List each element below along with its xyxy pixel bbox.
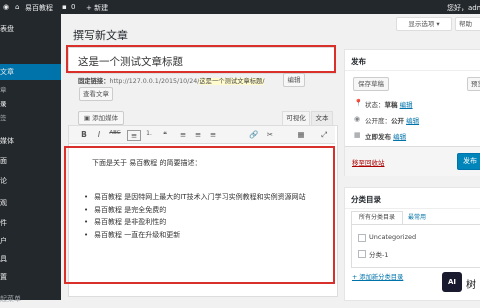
greeting-link[interactable]: 您好，adm bbox=[447, 3, 480, 13]
page-title: 撰写新文章 bbox=[73, 29, 128, 42]
screen-options-label: 显示选项 bbox=[408, 20, 435, 28]
category-box-divider bbox=[345, 208, 480, 209]
link-icon[interactable]: 🔗 bbox=[248, 130, 260, 139]
bold-icon[interactable]: B bbox=[78, 130, 90, 139]
toolbar-toggle-icon[interactable]: ▦ bbox=[295, 130, 307, 139]
sidebar-item-label: 表盘 bbox=[0, 25, 14, 33]
permalink-row: 固定链接：http://127.0.0.1/2015/10/24/这是一个测试文… bbox=[78, 76, 265, 85]
sidebar-item-label: 观 bbox=[0, 199, 7, 207]
numbered-list-icon[interactable]: 1. bbox=[143, 130, 155, 137]
sidebar-item-posts[interactable]: 文章 bbox=[0, 64, 61, 80]
screen-options-button[interactable]: 显示选项 ▾ bbox=[396, 17, 452, 31]
publish-button[interactable]: 发布 bbox=[457, 153, 480, 170]
fullscreen-icon[interactable]: ⤢ bbox=[318, 130, 330, 140]
title-highlight-frame bbox=[66, 45, 336, 73]
sidebar-sub-tags[interactable]: 签 bbox=[0, 112, 7, 122]
strikethrough-icon[interactable]: ABC bbox=[107, 130, 123, 136]
sidebar-item-settings[interactable]: 置 bbox=[0, 268, 61, 286]
admin-bar: ◉ ⌂ 易百教程 ▪ 0 + 新建 您好，adm bbox=[0, 0, 480, 14]
add-media-label: 添加媒体 bbox=[92, 114, 119, 122]
permalink-label: 固定链接： bbox=[78, 78, 110, 85]
visibility-label: 公开度： bbox=[365, 117, 391, 125]
category-checkbox[interactable] bbox=[358, 234, 366, 242]
sidebar-item-label: 媒体 bbox=[0, 137, 14, 145]
blockquote-icon[interactable]: ❝ bbox=[159, 130, 171, 139]
sidebar-sub-categories[interactable]: 录 bbox=[0, 98, 7, 108]
calendar-icon: ▦ bbox=[354, 131, 361, 139]
add-media-button[interactable]: ▣ 添加媒体 bbox=[78, 111, 124, 125]
watermark-text: 树 bbox=[466, 280, 476, 291]
schedule-value: 立即发布 bbox=[365, 133, 391, 141]
visibility-edit-link[interactable]: 编辑 bbox=[406, 117, 419, 125]
tab-all-categories[interactable]: 所有分类目录 bbox=[351, 211, 403, 224]
schedule-row: 立即发布 编辑 bbox=[365, 131, 406, 141]
preview-button[interactable]: 预览 bbox=[467, 77, 480, 91]
sidebar-item-label: 面 bbox=[0, 157, 7, 165]
tab-visual[interactable]: 可视化 bbox=[282, 111, 310, 125]
category-checkbox[interactable] bbox=[358, 250, 366, 258]
align-center-icon[interactable]: ≡ bbox=[192, 130, 204, 139]
sidebar-item-label: 置 bbox=[0, 273, 7, 281]
status-edit-link[interactable]: 编辑 bbox=[400, 101, 413, 109]
sidebar-item-collapse[interactable]: 起菜单 bbox=[0, 290, 61, 308]
tab-most-used[interactable]: 最常用 bbox=[408, 213, 426, 223]
publish-box-divider bbox=[345, 70, 480, 71]
sidebar-item-dashboard[interactable]: 表盘 bbox=[0, 20, 61, 38]
visibility-value: 公开 bbox=[391, 117, 404, 125]
category-label: Uncategorized bbox=[369, 233, 417, 241]
new-content-link[interactable]: + 新建 bbox=[86, 3, 108, 13]
sidebar-item-label: 户 bbox=[0, 237, 7, 245]
category-box-title: 分类目录 bbox=[351, 195, 381, 204]
visibility-eye-icon: ◉ bbox=[354, 115, 361, 123]
unlink-icon[interactable]: ✂ bbox=[264, 130, 276, 139]
permalink-url-prefix[interactable]: http://127.0.0.1/2015/10/24/ bbox=[109, 78, 199, 85]
align-right-icon[interactable]: ≡ bbox=[207, 130, 219, 139]
status-row: 状态：草稿 编辑 bbox=[365, 99, 413, 109]
sidebar-item-label: 起菜单 bbox=[0, 295, 21, 303]
help-label: 帮助 bbox=[459, 20, 472, 28]
publish-box-title: 发布 bbox=[351, 57, 366, 66]
sidebar-item-appearance[interactable]: 观 bbox=[0, 194, 61, 212]
italic-icon[interactable]: I bbox=[93, 130, 105, 139]
category-list: Uncategorized 分类-1 bbox=[351, 224, 480, 268]
sidebar-sub-all-posts[interactable]: 章 bbox=[0, 84, 7, 94]
trash-link[interactable]: 移至回收站 bbox=[352, 157, 385, 167]
help-button[interactable]: 帮助 bbox=[455, 17, 480, 31]
visibility-row: 公开度：公开 编辑 bbox=[365, 115, 419, 125]
sidebar-item-label: 论 bbox=[0, 177, 7, 185]
home-icon[interactable]: ⌂ bbox=[15, 3, 19, 11]
schedule-edit-link[interactable]: 编辑 bbox=[393, 133, 406, 141]
add-new-category-link[interactable]: + 添加新分类目录 bbox=[352, 272, 403, 281]
watermark-logo-icon: AI bbox=[442, 272, 462, 292]
sidebar-item-label: 具 bbox=[0, 255, 7, 263]
align-left-icon[interactable]: ≡ bbox=[177, 130, 189, 139]
admin-sidebar: 表盘 文章 章 录 签 媒体 面 论 观 件 户 具 置 起菜单 bbox=[0, 14, 61, 303]
tab-text[interactable]: 文本 bbox=[311, 111, 333, 125]
wordpress-logo-icon[interactable]: ◉ bbox=[3, 3, 9, 11]
sidebar-item-pages[interactable]: 面 bbox=[0, 152, 61, 170]
permalink-slug[interactable]: 这是一个测试文章标题/ bbox=[199, 78, 265, 85]
sidebar-item-label: 件 bbox=[0, 219, 7, 227]
bullet-list-icon[interactable]: ≡ bbox=[127, 130, 141, 141]
view-post-button[interactable]: 查看文章 bbox=[79, 87, 113, 101]
comments-icon[interactable]: ▪ bbox=[62, 3, 67, 11]
status-label: 状态： bbox=[365, 101, 385, 109]
status-value: 草稿 bbox=[384, 101, 398, 109]
sidebar-item-plugins[interactable]: 件 bbox=[0, 214, 61, 232]
sidebar-item-tools[interactable]: 具 bbox=[0, 250, 61, 268]
site-name-link[interactable]: 易百教程 bbox=[25, 3, 53, 13]
permalink-edit-button[interactable]: 编辑 bbox=[283, 73, 305, 87]
category-label: 分类-1 bbox=[369, 251, 389, 259]
sidebar-item-users[interactable]: 户 bbox=[0, 232, 61, 250]
sidebar-item-media[interactable]: 媒体 bbox=[0, 132, 61, 150]
save-draft-button[interactable]: 保存草稿 bbox=[353, 77, 389, 91]
comments-count[interactable]: 0 bbox=[71, 3, 75, 11]
status-pin-icon: 📍 bbox=[354, 99, 363, 107]
publish-box: 发布 保存草稿 预览 📍 状态：草稿 编辑 ◉ 公开度：公开 编辑 ▦ 立即发布… bbox=[344, 49, 480, 176]
sidebar-item-comments[interactable]: 论 bbox=[0, 172, 61, 190]
content-highlight-frame bbox=[64, 146, 335, 284]
sidebar-item-label: 文章 bbox=[0, 68, 14, 76]
media-icon: ▣ bbox=[83, 114, 91, 122]
